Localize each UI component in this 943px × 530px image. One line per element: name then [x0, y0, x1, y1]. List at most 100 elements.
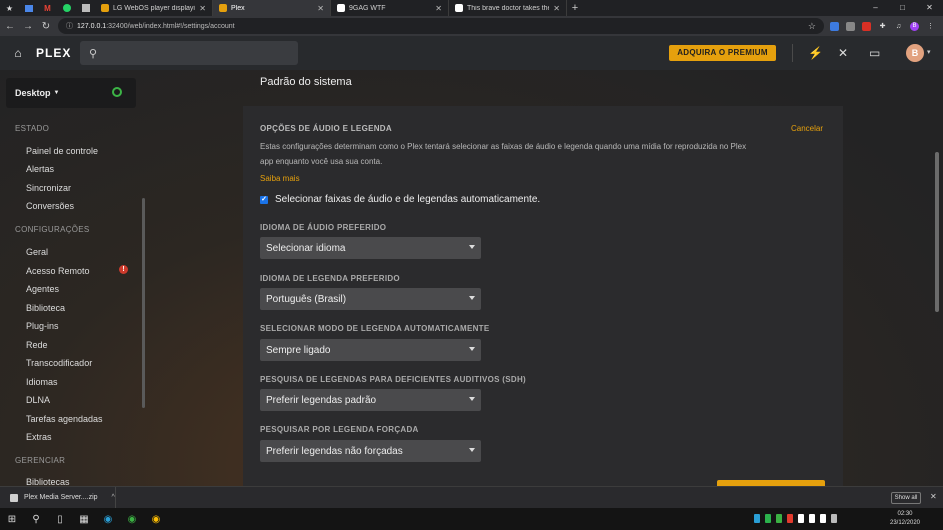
download-item[interactable]: Plex Media Server....zip ^ [0, 486, 116, 509]
audio-language-select[interactable]: Selecionar idioma [260, 237, 481, 259]
tab-label: Plex [231, 4, 245, 12]
browser-menu-icon[interactable]: ⋮ [926, 22, 935, 31]
tab-brave-doctor[interactable]: This brave doctor takes the Covi ✕ [449, 0, 567, 16]
subtitle-language-value: Português (Brasil) [266, 293, 347, 305]
auto-select-checkbox[interactable]: ✓ [260, 195, 268, 204]
window-controls: – □ ✕ [862, 0, 943, 16]
download-bar: Plex Media Server....zip ^ Show all ✕ [0, 486, 943, 509]
sidebar-item-conversoes[interactable]: Conversões [26, 201, 74, 211]
get-premium-button[interactable]: ADQUIRA O PREMIUM [669, 45, 776, 61]
pinned-grid-icon[interactable] [76, 0, 95, 16]
chevron-up-icon[interactable]: ^ [112, 494, 115, 501]
sidebar-item-dlna[interactable]: DLNA [26, 395, 50, 405]
new-tab-button[interactable]: + [567, 2, 583, 14]
extension-blue-icon[interactable] [830, 21, 839, 31]
sidebar-item-transcodificador[interactable]: Transcodificador [26, 358, 92, 368]
sidebar-item-idiomas[interactable]: Idiomas [26, 377, 58, 387]
sidebar-item-geral[interactable]: Geral [26, 247, 48, 257]
cancel-button[interactable]: Cancelar [791, 124, 823, 133]
tray-icon[interactable] [787, 514, 793, 523]
extensions-puzzle-icon[interactable]: ✚ [878, 22, 887, 31]
activity-icon[interactable]: ⚡ [808, 46, 823, 60]
bookmark-star-icon[interactable]: ☆ [808, 21, 816, 32]
browser-tab-strip: ★ M LG WebOS player displaying Port ✕ Pl… [0, 0, 943, 16]
sdh-select[interactable]: Preferir legendas padrão [260, 389, 481, 411]
close-icon[interactable]: ✕ [435, 4, 442, 13]
task-view-icon[interactable]: ▯ [48, 514, 72, 525]
close-window-icon[interactable]: ✕ [916, 0, 943, 16]
cast-icon[interactable]: ▭ [869, 46, 880, 60]
chevron-down-icon[interactable]: ▾ [927, 48, 931, 56]
pinned-gmail-icon[interactable]: M [38, 0, 57, 16]
minimize-icon[interactable]: – [862, 0, 889, 16]
home-icon[interactable]: ⌂ [0, 46, 36, 60]
pinned-whatsapp-icon[interactable] [57, 0, 76, 16]
user-avatar[interactable]: B [906, 44, 924, 62]
plex-logo[interactable]: PLEX [36, 46, 71, 60]
utorrent-icon[interactable]: ◉ [120, 514, 144, 525]
subtitle-mode-select[interactable]: Sempre ligado [260, 339, 481, 361]
tray-icon[interactable] [798, 514, 804, 523]
back-arrow-icon[interactable]: ← [4, 21, 16, 32]
sidebar-item-rede[interactable]: Rede [26, 340, 48, 350]
sidebar-item-plugins[interactable]: Plug-ins [26, 321, 59, 331]
search-input[interactable]: ⚲ [80, 41, 298, 65]
subtitle-language-select[interactable]: Português (Brasil) [260, 288, 481, 310]
chrome-icon[interactable]: ◉ [144, 514, 168, 525]
plex-header: ⌂ PLEX ⚲ ADQUIRA O PREMIUM ⚡ ✕ ▭ B ▾ [0, 36, 943, 70]
sidebar-scrollbar[interactable] [142, 198, 145, 408]
taskbar-clock[interactable]: 02:30 23/12/2020 [883, 510, 927, 528]
forward-arrow-icon[interactable]: → [22, 21, 34, 32]
main-scrollbar[interactable] [935, 152, 939, 312]
audio-language-label: IDIOMA DE ÁUDIO PREFERIDO [260, 223, 387, 232]
close-icon[interactable]: ✕ [553, 4, 560, 13]
learn-more-link[interactable]: Saiba mais [260, 174, 300, 183]
tab-lg-webos[interactable]: LG WebOS player displaying Port ✕ [95, 0, 213, 16]
maximize-icon[interactable]: □ [889, 0, 916, 16]
tray-icon[interactable] [754, 514, 760, 523]
sidebar-item-alertas[interactable]: Alertas [26, 164, 54, 174]
calculator-icon[interactable]: ▦ [72, 514, 96, 525]
server-status-icon [112, 87, 122, 97]
settings-tools-icon[interactable]: ✕ [838, 46, 848, 60]
address-bar[interactable]: ⓘ 127.0.0.1:32400/web/index.html#!/setti… [58, 18, 824, 34]
ccleaner-icon[interactable]: ◉ [96, 514, 120, 525]
pinned-blue-icon[interactable] [19, 0, 38, 16]
sidebar-item-agentes[interactable]: Agentes [26, 284, 59, 294]
sidebar-item-biblioteca[interactable]: Biblioteca [26, 303, 65, 313]
tray-icon[interactable] [809, 514, 815, 523]
search-icon[interactable]: ⚲ [24, 514, 48, 525]
tray-icon[interactable] [831, 514, 837, 523]
windows-start-icon[interactable]: ⊞ [0, 514, 24, 525]
sidebar-item-acesso-remoto[interactable]: Acesso Remoto [26, 266, 90, 276]
media-control-icon[interactable]: ♫ [894, 22, 903, 31]
info-icon[interactable]: ⓘ [66, 21, 73, 31]
sidebar-item-painel[interactable]: Painel de controle [26, 146, 98, 156]
forced-subtitle-select[interactable]: Preferir legendas não forçadas [260, 440, 481, 462]
sidebar-item-bibliotecas[interactable]: Bibliotecas [26, 477, 70, 486]
pinned-star-icon[interactable]: ★ [0, 0, 19, 16]
close-icon[interactable]: ✕ [317, 4, 324, 13]
sidebar-item-extras[interactable]: Extras [26, 432, 52, 442]
profile-avatar[interactable]: B [910, 21, 919, 31]
tab-plex[interactable]: Plex ✕ [213, 0, 331, 16]
forced-subtitle-value: Preferir legendas não forçadas [266, 445, 403, 457]
device-selector[interactable]: Desktop ▼ [6, 78, 136, 108]
sdh-label: PESQUISA DE LEGENDAS PARA DEFICIENTES AU… [260, 375, 526, 384]
forced-subtitle-label: PESQUISAR POR LEGENDA FORÇADA [260, 425, 419, 434]
extension-grey-icon[interactable] [846, 21, 855, 31]
tab-label: 9GAG WTF [349, 4, 386, 12]
tab-9gag[interactable]: 9GAG WTF ✕ [331, 0, 449, 16]
sidebar-item-tarefas[interactable]: Tarefas agendadas [26, 414, 103, 424]
tray-icon[interactable] [776, 514, 782, 523]
sidebar-item-sincronizar[interactable]: Sincronizar [26, 183, 71, 193]
reload-icon[interactable]: ↻ [40, 21, 52, 32]
tray-icon[interactable] [765, 514, 771, 523]
close-icon[interactable]: ✕ [199, 4, 206, 13]
close-icon[interactable]: ✕ [930, 492, 937, 501]
show-all-button[interactable]: Show all [891, 492, 921, 504]
extension-red-icon[interactable] [862, 21, 871, 31]
sidebar-section-estado: ESTADO [15, 124, 50, 133]
tray-icon[interactable] [820, 514, 826, 523]
auto-select-label[interactable]: Selecionar faixas de áudio e de legendas… [275, 194, 540, 205]
